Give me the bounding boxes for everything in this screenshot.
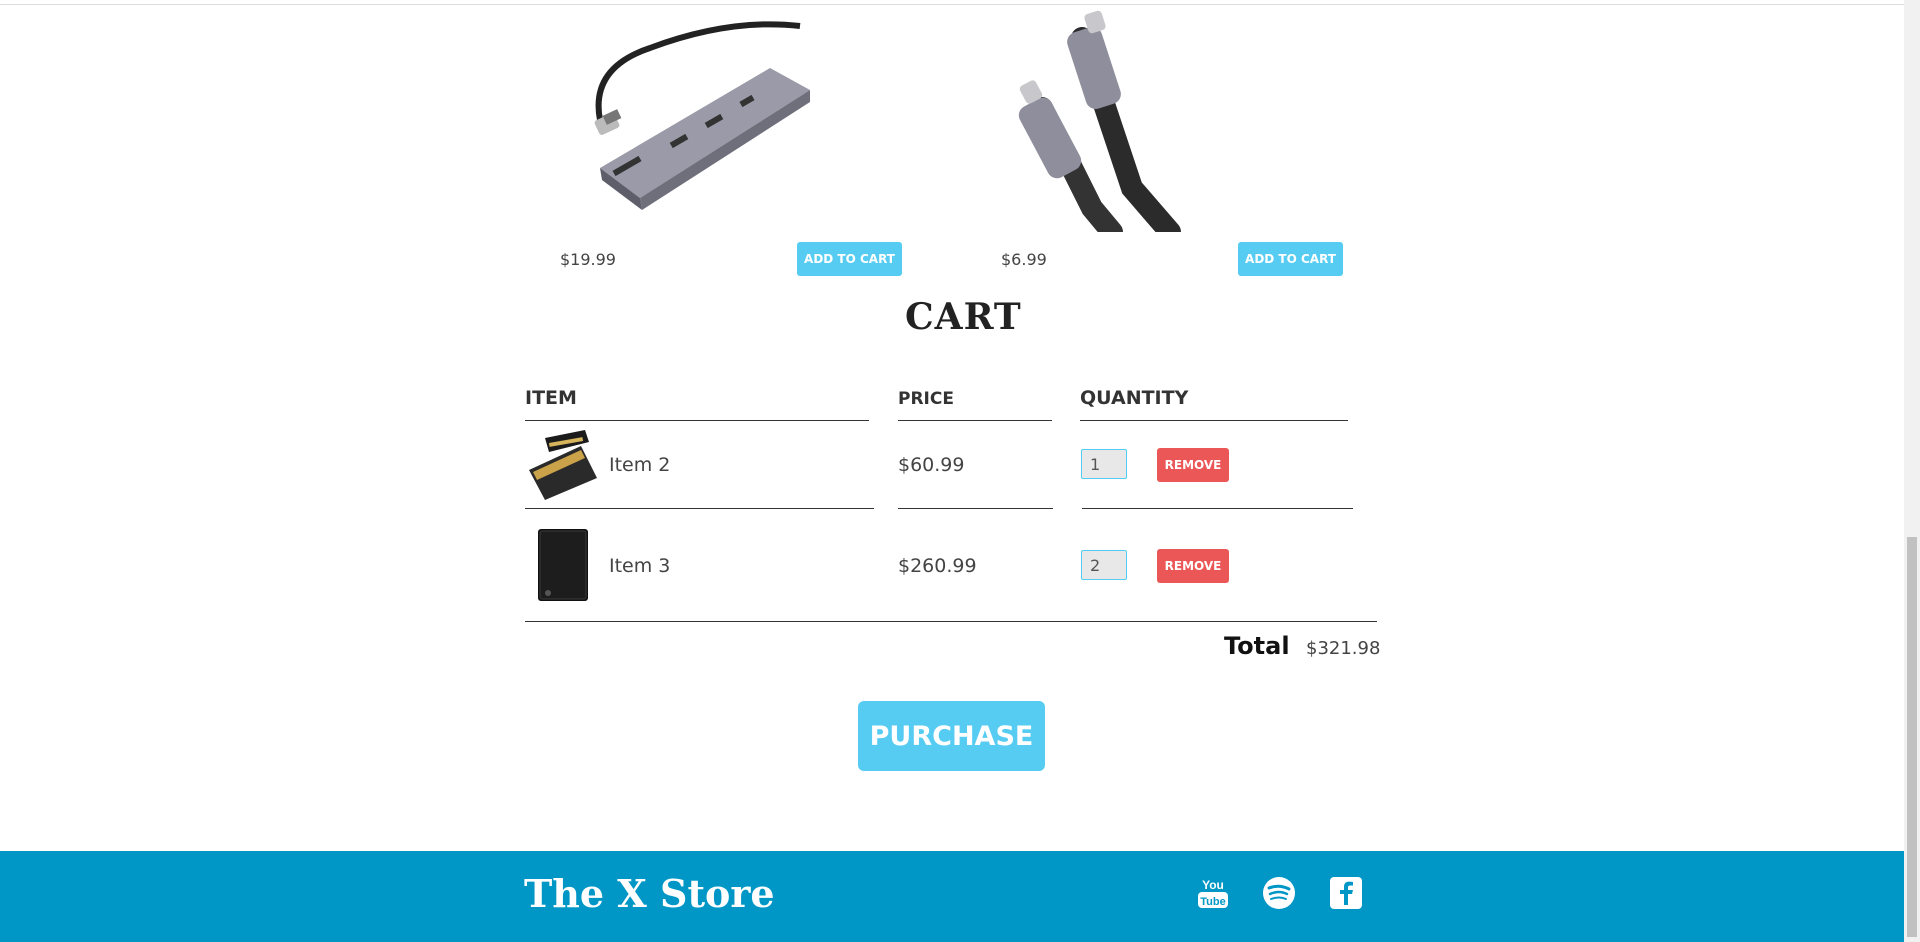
youtube-icon[interactable]: You Tube (1195, 875, 1231, 911)
scrollbar-thumb[interactable] (1907, 537, 1917, 937)
cart-item-price: $260.99 (898, 555, 977, 577)
footer-brand: The X Store (524, 871, 775, 916)
row-divider (1082, 508, 1353, 509)
total-value: $321.98 (1306, 638, 1381, 659)
header-divider (898, 420, 1052, 421)
quantity-input[interactable] (1081, 550, 1127, 580)
row-divider (525, 508, 874, 509)
cart-title: CART (905, 296, 1022, 338)
cart-item-name: Item 2 (609, 454, 671, 476)
header-divider (525, 420, 869, 421)
product-image-usb-cable (1002, 8, 1190, 232)
scrollbar[interactable] (1904, 0, 1920, 942)
cart-item-name: Item 3 (609, 555, 671, 577)
spotify-icon[interactable] (1261, 875, 1297, 911)
cart-item-price: $60.99 (898, 454, 965, 476)
cart-item-image-hard-drive (536, 527, 590, 603)
quantity-input[interactable] (1081, 449, 1127, 479)
svg-text:Tube: Tube (1200, 896, 1225, 908)
total-divider (525, 621, 1377, 622)
total-label: Total (1224, 632, 1290, 660)
column-header-quantity: QUANTITY (1080, 387, 1189, 409)
row-divider (898, 508, 1053, 509)
add-to-cart-button[interactable]: ADD TO CART (1238, 242, 1343, 276)
top-border (0, 0, 1904, 5)
add-to-cart-button[interactable]: ADD TO CART (797, 242, 902, 276)
product-price: $19.99 (560, 250, 616, 269)
cart-item-image-riser-card (525, 428, 601, 500)
product-image-usb-hub (560, 8, 824, 232)
column-header-item: ITEM (525, 387, 577, 409)
svg-text:You: You (1202, 878, 1224, 892)
purchase-button[interactable]: PURCHASE (858, 701, 1045, 771)
column-header-price: PRICE (898, 389, 954, 409)
remove-button[interactable]: REMOVE (1157, 549, 1229, 583)
footer: The X Store You Tube (0, 851, 1904, 942)
header-divider (1080, 420, 1348, 421)
facebook-icon[interactable] (1328, 875, 1364, 911)
product-price: $6.99 (1001, 250, 1047, 269)
remove-button[interactable]: REMOVE (1157, 448, 1229, 482)
